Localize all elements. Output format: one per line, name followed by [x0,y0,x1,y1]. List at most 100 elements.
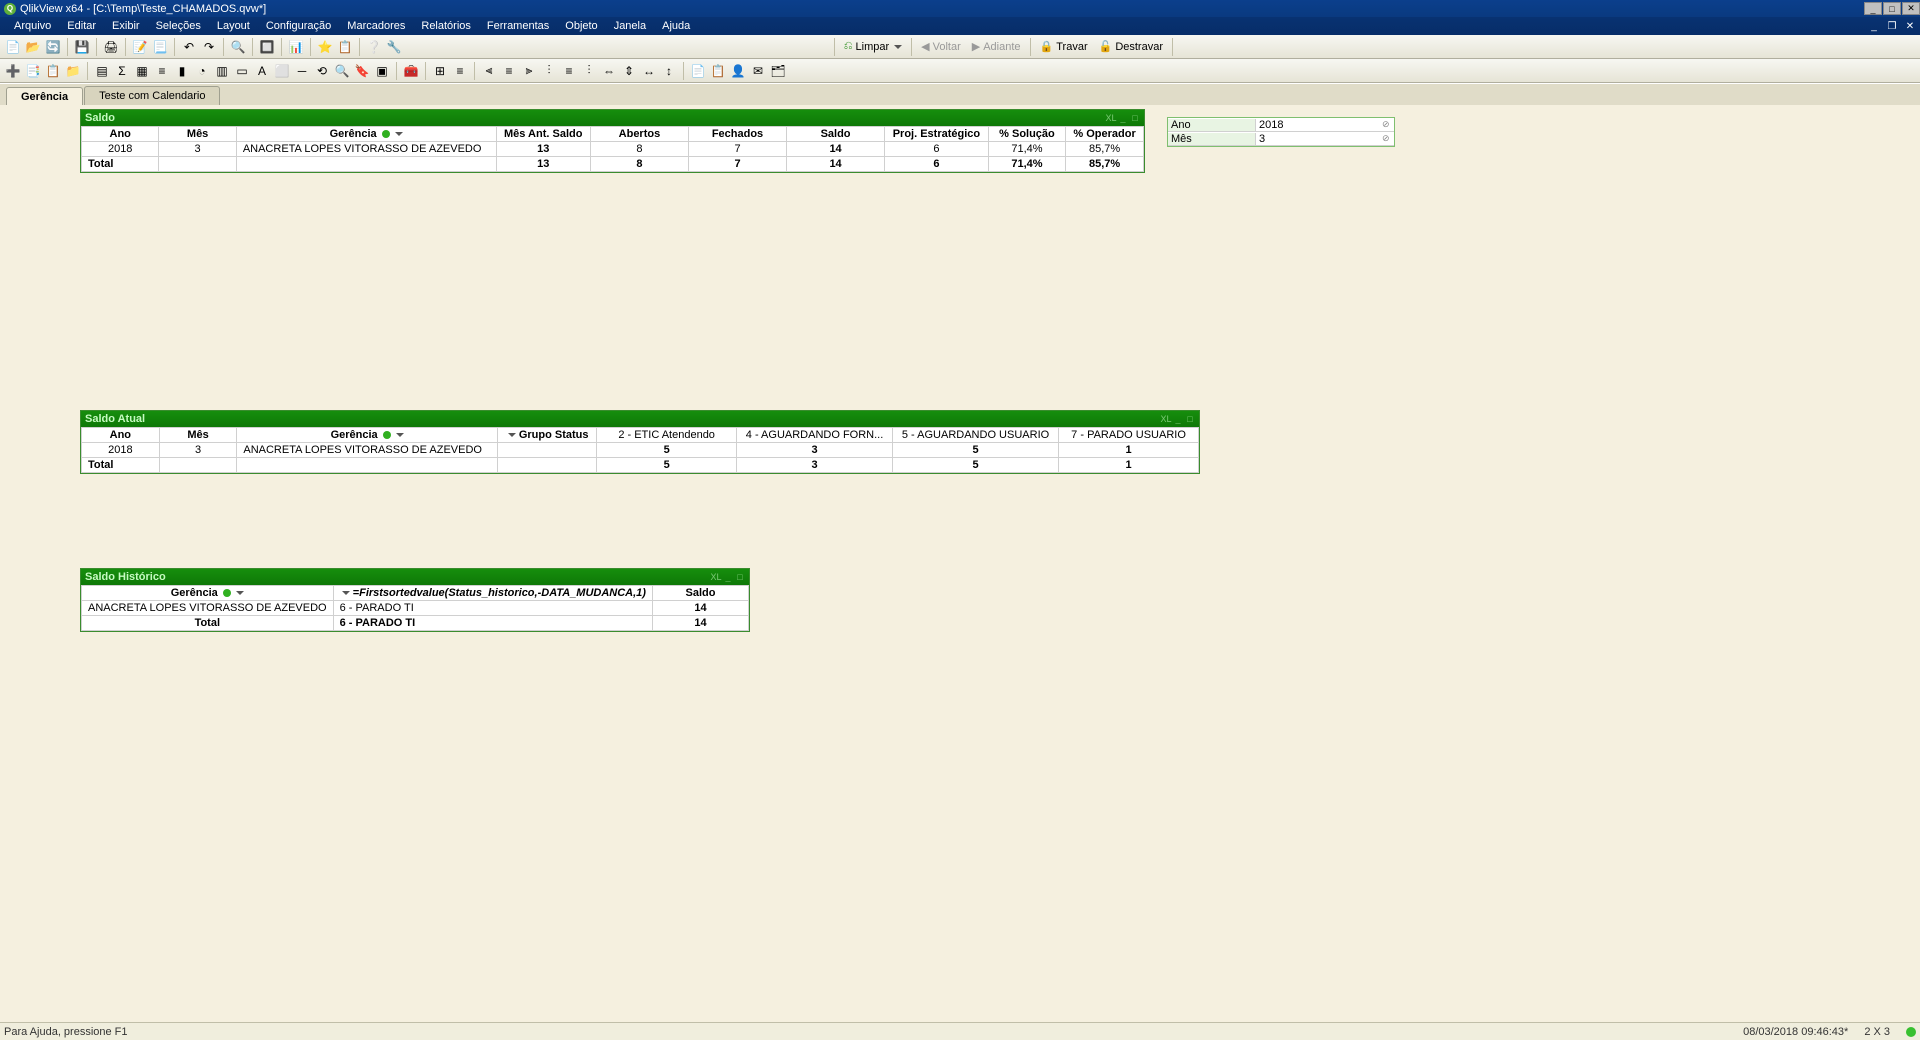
textobj-icon[interactable]: A [253,62,271,80]
col-mes-ant-saldo[interactable]: Mês Ant. Saldo [496,127,590,142]
align-top-icon[interactable]: ⫶ [540,62,558,80]
col-gerencia[interactable]: Gerência [236,127,496,142]
lock-button[interactable]: 🔒Travar [1035,40,1093,53]
open-icon[interactable]: 📂 [24,38,42,56]
current-selections[interactable]: Ano 2018 ⊘ Mês 3 ⊘ [1167,117,1395,147]
col-gerencia[interactable]: Gerência [237,428,498,443]
chart-saldo-historico-table[interactable]: Gerência =Firstsortedvalue(Status_histor… [81,585,749,631]
copy-sheet-icon[interactable]: 📑 [24,62,42,80]
line-icon[interactable]: ─ [293,62,311,80]
pivot-icon[interactable]: ▥ [213,62,231,80]
refresh-icon[interactable]: 🔄 [44,38,62,56]
menu-objeto[interactable]: Objeto [557,20,605,32]
barchart-icon[interactable]: ▮ [173,62,191,80]
chart-saldo[interactable]: Saldo XL _ □ Ano Mês Gerência Mês Ant. S… [80,109,1145,173]
menu-editar[interactable]: Editar [59,20,104,32]
new-icon[interactable]: 📄 [4,38,22,56]
align-right-icon[interactable]: ⫸ [520,62,538,80]
menu-config[interactable]: Configuração [258,20,339,32]
tables-icon[interactable]: 🗂 [769,62,787,80]
minimize-obj-icon[interactable]: _ [1118,113,1128,123]
col-saldo[interactable]: Saldo [787,127,885,142]
export-xl-icon[interactable]: XL [1161,414,1171,424]
undo-icon[interactable]: ↶ [180,38,198,56]
align-bottom-icon[interactable]: ⫶ [580,62,598,80]
dist-v-icon[interactable]: ⇕ [620,62,638,80]
button-icon[interactable]: ⬜ [273,62,291,80]
dist-h-icon[interactable]: ⇔ [600,62,618,80]
chart-saldo-atual-table[interactable]: Ano Mês Gerência Grupo Status 2 - ETIC A… [81,427,1199,473]
sheet-props-icon[interactable]: 📋 [709,62,727,80]
selection-row-mes[interactable]: Mês 3 ⊘ [1168,132,1394,146]
col-abertos[interactable]: Abertos [590,127,688,142]
add-sheet-icon[interactable]: ➕ [4,62,22,80]
tablebox-icon[interactable]: ▦ [133,62,151,80]
chart-saldo-atual[interactable]: Saldo Atual XL _ □ Ano Mês Gerência Grup… [80,410,1200,474]
col-status-4[interactable]: 4 - AGUARDANDO FORN... [737,428,893,443]
mdi-restore[interactable]: ❐ [1885,20,1899,33]
col-proj-estrategico[interactable]: Proj. Estratégico [885,127,989,142]
col-grupo-status[interactable]: Grupo Status [498,428,597,443]
align-center-icon[interactable]: ≡ [500,62,518,80]
chart-saldo-atual-caption[interactable]: Saldo Atual XL _ □ [81,411,1199,427]
help-icon[interactable]: ❔ [365,38,383,56]
col-ano[interactable]: Ano [82,428,160,443]
close-button[interactable]: ✕ [1902,2,1920,15]
col-mes[interactable]: Mês [159,428,237,443]
clear-selection-icon[interactable]: ⊘ [1382,133,1394,144]
tab-teste-calendario[interactable]: Teste com Calendario [84,86,220,105]
tab-gerencia[interactable]: Gerência [6,87,83,106]
menu-ferramentas[interactable]: Ferramentas [479,20,557,32]
col-saldo[interactable]: Saldo [652,586,748,601]
clear-selection-icon[interactable]: ⊘ [1382,119,1394,130]
col-pct-solucao[interactable]: % Solução [988,127,1065,142]
print-icon[interactable]: 🖨 [102,38,120,56]
chevron-down-icon[interactable] [236,591,244,595]
mdi-close[interactable]: ✕ [1903,20,1917,33]
maximize-obj-icon[interactable]: □ [1130,113,1140,123]
minimize-button[interactable]: _ [1864,2,1882,15]
grid-icon[interactable]: ⊞ [431,62,449,80]
selection-row-ano[interactable]: Ano 2018 ⊘ [1168,118,1394,132]
col-pct-operador[interactable]: % Operador [1066,127,1144,142]
maximize-obj-icon[interactable]: □ [735,572,745,582]
maximize-button[interactable]: □ [1883,2,1901,15]
chart-saldo-caption[interactable]: Saldo XL _ □ [81,110,1144,126]
chevron-down-icon[interactable] [395,132,403,136]
chevron-down-icon[interactable] [396,433,404,437]
col-mes[interactable]: Mês [159,127,236,142]
minimize-obj-icon[interactable]: _ [723,572,733,582]
slider-icon[interactable]: ⟲ [313,62,331,80]
table-row[interactable]: ANACRETA LOPES VITORASSO DE AZEVEDO 6 - … [82,601,749,616]
menu-arquivo[interactable]: Arquivo [6,20,59,32]
col-expression[interactable]: =Firstsortedvalue(Status_historico,-DATA… [333,586,652,601]
cycle-icon[interactable] [382,130,390,138]
export-xl-icon[interactable]: XL [711,572,721,582]
bookmark-icon[interactable]: ⭐ [316,38,334,56]
same-height-icon[interactable]: ↕ [660,62,678,80]
container-icon[interactable]: ▣ [373,62,391,80]
search-obj-icon[interactable]: 🔍 [333,62,351,80]
chevron-down-icon[interactable] [508,433,516,437]
clear-button[interactable]: ⎌ Limpar [839,40,907,53]
align-left-icon[interactable]: ⫷ [480,62,498,80]
maximize-obj-icon[interactable]: □ [1185,414,1195,424]
unlock-button[interactable]: 🔓Destravar [1094,40,1168,53]
chart-icon[interactable]: 📊 [287,38,305,56]
chart-saldo-historico-caption[interactable]: Saldo Histórico XL _ □ [81,569,749,585]
minimize-obj-icon[interactable]: _ [1173,414,1183,424]
menu-relatorios[interactable]: Relatórios [413,20,479,32]
mdi-minimize[interactable]: _ [1867,20,1881,33]
cycle-icon[interactable] [223,589,231,597]
piechart-icon[interactable]: ◔ [193,62,211,80]
listbox-icon[interactable]: ▤ [93,62,111,80]
align-middle-icon[interactable]: ≡ [560,62,578,80]
col-gerencia[interactable]: Gerência [82,586,334,601]
menu-exibir[interactable]: Exibir [104,20,148,32]
note-icon[interactable]: 📋 [336,38,354,56]
menu-janela[interactable]: Janela [606,20,654,32]
straight-icon[interactable]: ▭ [233,62,251,80]
col-fechados[interactable]: Fechados [688,127,786,142]
chevron-down-icon[interactable] [342,591,350,595]
redo-icon[interactable]: ↷ [200,38,218,56]
